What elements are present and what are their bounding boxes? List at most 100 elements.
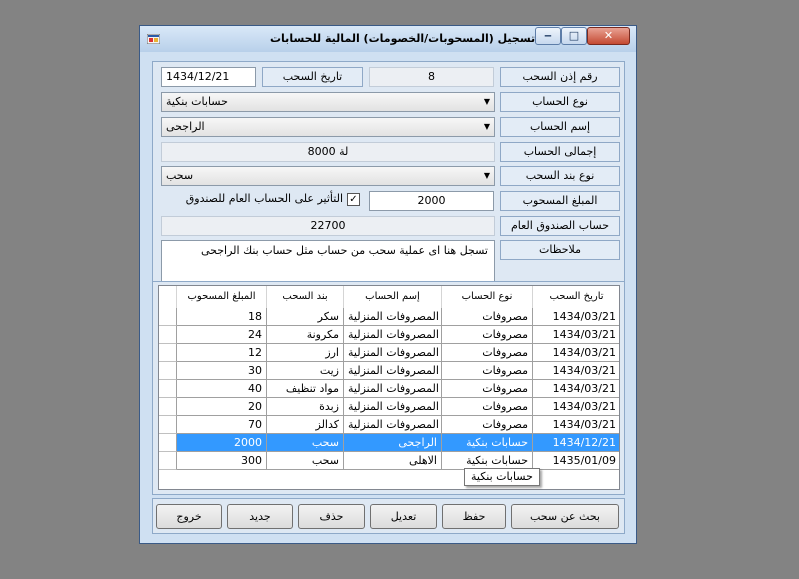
cell-account-name[interactable]: الاهلى xyxy=(344,452,442,470)
withdrawal-date-label: تاريخ السحب xyxy=(262,67,363,87)
minimize-icon: ‒ xyxy=(544,29,552,42)
exit-button[interactable]: خروج xyxy=(156,504,222,529)
chevron-down-icon: ▼ xyxy=(483,97,490,106)
cell-amount[interactable]: 18 xyxy=(177,308,267,326)
table-row[interactable]: 30 زيت المصروفات المنزلية مصروفات 1434/03/21 xyxy=(177,362,619,380)
cell-item[interactable]: سكر xyxy=(267,308,344,326)
row-header[interactable] xyxy=(159,326,177,344)
cell-account-name[interactable]: المصروفات المنزلية xyxy=(344,398,442,416)
withdrawal-no-field: 8 xyxy=(369,67,494,87)
edit-button[interactable]: تعديل xyxy=(370,504,437,529)
cell-account-name[interactable]: المصروفات المنزلية xyxy=(344,416,442,434)
row-header[interactable] xyxy=(159,434,177,452)
cell-date[interactable]: 1435/01/09 xyxy=(533,452,619,470)
col-header-item[interactable]: بند السحب xyxy=(267,286,344,308)
minimize-button[interactable]: ‒ xyxy=(535,27,561,45)
cell-item[interactable]: زيت xyxy=(267,362,344,380)
row-header[interactable] xyxy=(159,308,177,326)
cell-account-type[interactable]: مصروفات xyxy=(442,308,533,326)
cell-account-type[interactable]: مصروفات xyxy=(442,380,533,398)
cell-item[interactable]: مكرونة xyxy=(267,326,344,344)
cell-amount[interactable]: 2000 xyxy=(177,434,267,452)
row-header[interactable] xyxy=(159,344,177,362)
withdrawal-date-input[interactable]: 1434/12/21 xyxy=(161,67,256,87)
table-row[interactable]: 300 سحب الاهلى حسابات بنكية 1435/01/09 xyxy=(177,452,619,470)
col-header-date[interactable]: تاريخ السحب xyxy=(533,286,619,308)
row-header[interactable] xyxy=(159,380,177,398)
form-panel: رقم إذن السحب 8 تاريخ السحب 1434/12/21 ن… xyxy=(152,61,625,304)
cell-amount[interactable]: 12 xyxy=(177,344,267,362)
cell-date[interactable]: 1434/03/21 xyxy=(533,344,619,362)
table-row[interactable]: 24 مكرونة المصروفات المنزلية مصروفات 1434/03… xyxy=(177,326,619,344)
button-bar: بحث عن سحب حفظ تعديل حذف جديد خروج xyxy=(152,498,625,534)
cell-account-name[interactable]: المصروفات المنزلية xyxy=(344,362,442,380)
cell-account-name[interactable]: الراجحى xyxy=(344,434,442,452)
cell-item[interactable]: كدالز xyxy=(267,416,344,434)
cell-account-name[interactable]: المصروفات المنزلية xyxy=(344,326,442,344)
col-header-account-type[interactable]: نوع الحساب xyxy=(442,286,533,308)
cell-account-name[interactable]: المصروفات المنزلية xyxy=(344,344,442,362)
cell-item[interactable]: سحب xyxy=(267,434,344,452)
delete-button[interactable]: حذف xyxy=(298,504,365,529)
col-header-account-name[interactable]: إسم الحساب xyxy=(344,286,442,308)
title-bar[interactable]: تسجيل (المسحوبات/الخصومات) المالية للحسا… xyxy=(140,26,636,52)
amount-input[interactable]: 2000 xyxy=(369,191,494,211)
cell-item[interactable]: زبدة xyxy=(267,398,344,416)
search-withdrawal-button[interactable]: بحث عن سحب xyxy=(511,504,619,529)
cell-date[interactable]: 1434/03/21 xyxy=(533,416,619,434)
table-row[interactable]: 70 كدالز المصروفات المنزلية مصروفات 1434/03/… xyxy=(177,416,619,434)
cell-date[interactable]: 1434/03/21 xyxy=(533,362,619,380)
account-name-select[interactable]: الراجحى ▼ xyxy=(161,117,495,137)
close-button[interactable]: ✕ xyxy=(587,27,630,45)
cell-date[interactable]: 1434/03/21 xyxy=(533,326,619,344)
affect-fund-label: التأثير على الحساب العام للصندوق xyxy=(185,192,343,205)
cell-amount[interactable]: 300 xyxy=(177,452,267,470)
col-header-amount[interactable]: المبلغ المسحوب xyxy=(177,286,267,308)
cell-amount[interactable]: 40 xyxy=(177,380,267,398)
cell-amount[interactable]: 24 xyxy=(177,326,267,344)
cell-amount[interactable]: 20 xyxy=(177,398,267,416)
new-button[interactable]: جديد xyxy=(227,504,293,529)
cell-amount[interactable]: 70 xyxy=(177,416,267,434)
fund-account-field: 22700 xyxy=(161,216,495,236)
account-type-select[interactable]: حسابات بنكية ▼ xyxy=(161,92,495,112)
withdrawal-no-label: رقم إذن السحب xyxy=(500,67,620,87)
cell-date[interactable]: 1434/03/21 xyxy=(533,398,619,416)
account-name-label: إسم الحساب xyxy=(500,117,620,137)
table-row[interactable]: 20 زبدة المصروفات المنزلية مصروفات 1434/03/2… xyxy=(177,398,619,416)
cell-date[interactable]: 1434/12/21 xyxy=(533,434,619,452)
chevron-down-icon: ▼ xyxy=(483,122,490,131)
account-type-value: حسابات بنكية xyxy=(166,95,228,108)
close-icon: ✕ xyxy=(603,29,614,42)
row-header[interactable] xyxy=(159,362,177,380)
amount-label: المبلغ المسحوب xyxy=(500,191,620,211)
row-header[interactable] xyxy=(159,398,177,416)
affect-fund-checkbox[interactable]: ✓ xyxy=(347,193,360,206)
cell-account-type[interactable]: مصروفات xyxy=(442,326,533,344)
cell-item[interactable]: مواد تنظيف xyxy=(267,380,344,398)
table-row[interactable]: 40 مواد تنظيف المصروفات المنزلية مصروفات 143… xyxy=(177,380,619,398)
table-row[interactable]: 18 سكر المصروفات المنزلية مصروفات 1434/03/21 xyxy=(177,308,619,326)
cell-account-type[interactable]: مصروفات xyxy=(442,362,533,380)
cell-account-type[interactable]: مصروفات xyxy=(442,416,533,434)
table-row[interactable]: 12 ارز المصروفات المنزلية مصروفات 1434/03/21 xyxy=(177,344,619,362)
table-panel: المبلغ المسحوب بند السحب إسم الحساب نوع … xyxy=(152,281,625,495)
cell-item[interactable]: سحب xyxy=(267,452,344,470)
row-header[interactable] xyxy=(159,452,177,470)
table-row[interactable]: 2000 سحب الراجحى حسابات بنكية 1434/12/21 xyxy=(177,434,619,452)
row-header[interactable] xyxy=(159,416,177,434)
cell-amount[interactable]: 30 xyxy=(177,362,267,380)
item-type-select[interactable]: سحب ▼ xyxy=(161,166,495,186)
cell-account-type[interactable]: مصروفات xyxy=(442,344,533,362)
cell-account-type[interactable]: مصروفات xyxy=(442,398,533,416)
cell-account-name[interactable]: المصروفات المنزلية xyxy=(344,380,442,398)
row-header-corner xyxy=(159,286,177,308)
cell-date[interactable]: 1434/03/21 xyxy=(533,380,619,398)
cell-date[interactable]: 1434/03/21 xyxy=(533,308,619,326)
maximize-button[interactable]: □ xyxy=(561,27,587,45)
withdrawals-table[interactable]: المبلغ المسحوب بند السحب إسم الحساب نوع … xyxy=(158,285,620,490)
cell-item[interactable]: ارز xyxy=(267,344,344,362)
cell-account-name[interactable]: المصروفات المنزلية xyxy=(344,308,442,326)
cell-account-type[interactable]: حسابات بنكية xyxy=(442,434,533,452)
save-button[interactable]: حفظ xyxy=(442,504,506,529)
